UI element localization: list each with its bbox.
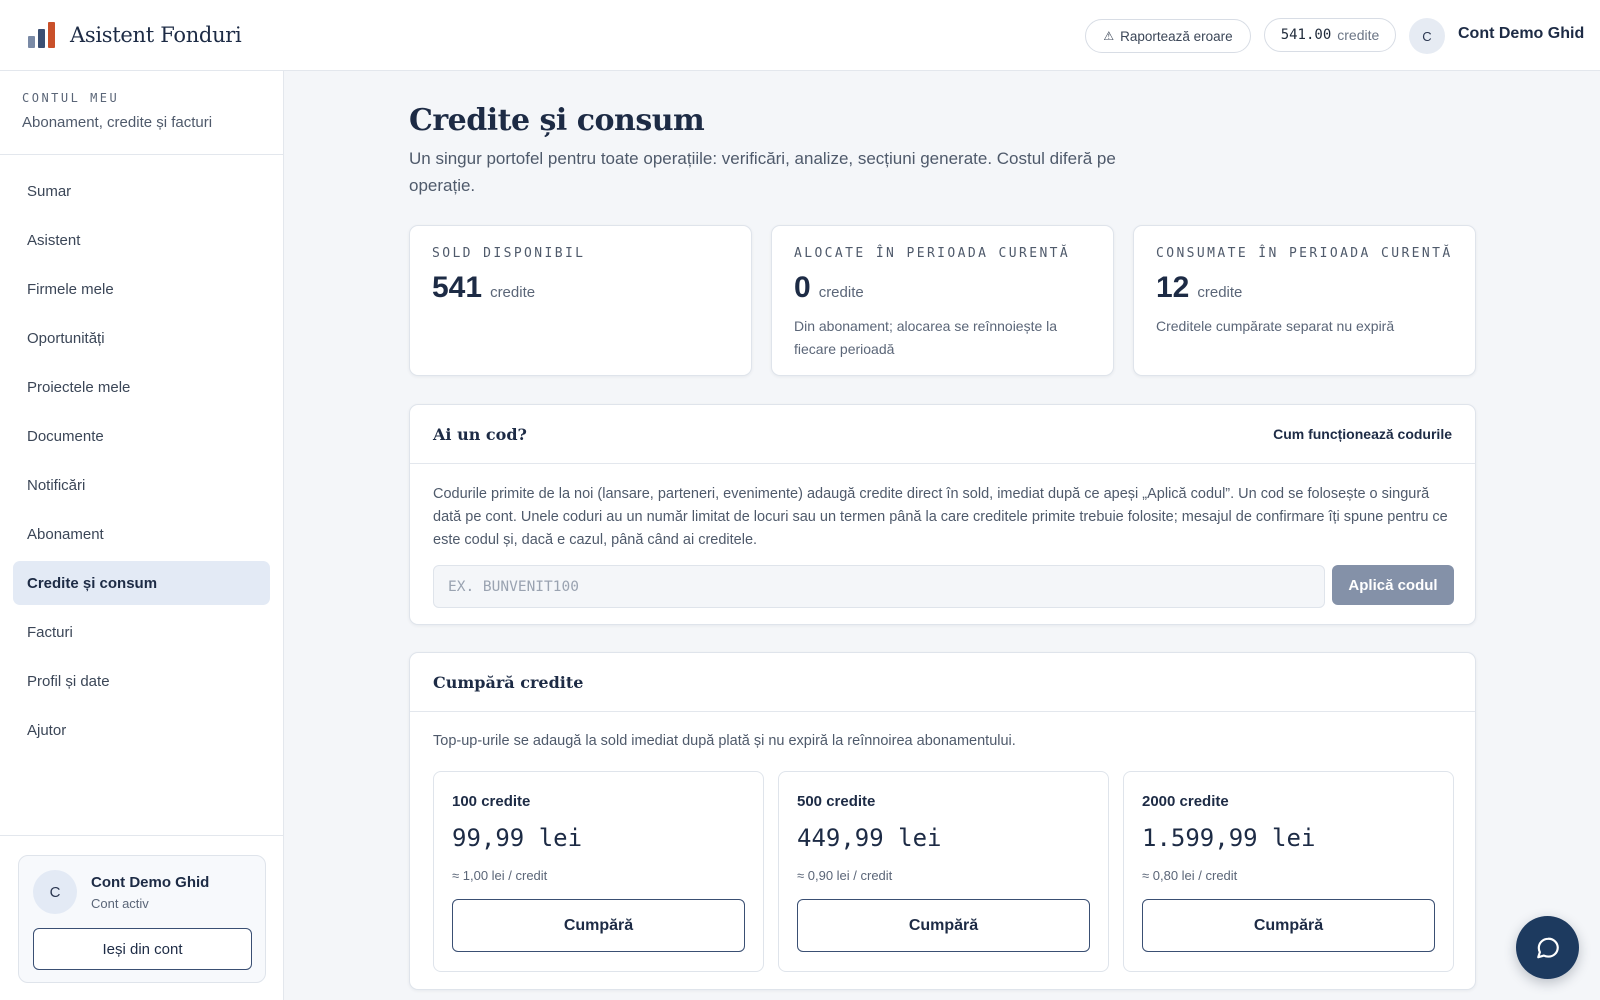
pack-rate: ≈ 0,80 lei / credit (1142, 868, 1238, 883)
top-bar: Asistent Fonduri ⚠ Raportează eroare 541… (0, 0, 1600, 71)
sidebar-nav: Sumar Asistent Firmele mele Oportunități… (13, 169, 270, 757)
sidebar-footer: C Cont Demo Ghid Cont activ Ieși din con… (0, 835, 283, 1000)
buy-button-100[interactable]: Cumpără (452, 899, 745, 952)
user-status: Cont activ (91, 896, 149, 911)
sidebar-item-documente[interactable]: Documente (13, 414, 270, 458)
sidebar-item-notificari[interactable]: Notificări (13, 463, 270, 507)
credit-pack-100: 100 credite 99,99 lei ≈ 1,00 lei / credi… (433, 771, 764, 972)
bar-chart-logo-icon (28, 22, 56, 48)
sidebar-header: CONTUL MEU Abonament, credite și facturi (0, 71, 283, 155)
user-name: Cont Demo Ghid (91, 874, 210, 891)
promo-code-input[interactable] (433, 565, 1325, 608)
sidebar-item-abonament[interactable]: Abonament (13, 512, 270, 556)
promo-code-header: Ai un cod? Cum funcționează codurile (410, 405, 1475, 464)
stat-unit: credite (818, 284, 864, 301)
credit-pack-500: 500 credite 449,99 lei ≈ 0,90 lei / cred… (778, 771, 1109, 972)
stat-label: SOLD DISPONIBIL (432, 246, 586, 261)
stat-label: ALOCATE ÎN PERIOADA CURENTĂ (794, 246, 1071, 261)
buy-button-2000[interactable]: Cumpără (1142, 899, 1435, 952)
apply-code-button[interactable]: Aplică codul (1332, 565, 1454, 605)
logout-button[interactable]: Ieși din cont (33, 928, 252, 970)
account-name[interactable]: Cont Demo Ghid (1458, 25, 1584, 43)
pack-price: 99,99 lei (452, 824, 583, 852)
report-error-button[interactable]: ⚠ Raportează eroare (1085, 19, 1251, 53)
pack-price: 1.599,99 lei (1142, 824, 1316, 852)
sidebar-item-asistent[interactable]: Asistent (13, 218, 270, 262)
stat-note: Din abonament; alocarea se reînnoiește l… (794, 318, 1058, 357)
avatar[interactable]: C (1409, 18, 1445, 54)
report-error-label: Raportează eroare (1120, 28, 1233, 44)
pack-price: 449,99 lei (797, 824, 942, 852)
sidebar-item-ajutor[interactable]: Ajutor (13, 708, 270, 752)
how-codes-work-link[interactable]: Cum funcționează codurile (1273, 426, 1452, 442)
sidebar-item-firmele-mele[interactable]: Firmele mele (13, 267, 270, 311)
sidebar-item-proiectele-mele[interactable]: Proiectele mele (13, 365, 270, 409)
sidebar: CONTUL MEU Abonament, credite și facturi… (0, 71, 284, 1000)
brand[interactable]: Asistent Fonduri (28, 22, 242, 48)
sidebar-item-sumar[interactable]: Sumar (13, 169, 270, 213)
credit-balance-pill[interactable]: 541.00 credite (1264, 18, 1396, 52)
stat-unit: credite (1197, 284, 1243, 301)
pack-rate: ≈ 0,90 lei / credit (797, 868, 893, 883)
stat-unit: credite (490, 284, 536, 301)
buy-button-500[interactable]: Cumpără (797, 899, 1090, 952)
buy-credits-title: Cumpără credite (433, 672, 584, 692)
pack-name: 2000 credite (1142, 793, 1229, 810)
stat-label: CONSUMATE ÎN PERIOADA CURENTĂ (1156, 246, 1453, 261)
sidebar-kicker: CONTUL MEU (22, 91, 120, 105)
pack-name: 500 credite (797, 793, 876, 810)
buy-credits-card: Cumpără credite Top-up-urile se adaugă l… (409, 652, 1476, 990)
pack-name: 100 credite (452, 793, 531, 810)
buy-credits-note: Top-up-urile se adaugă la sold imediat d… (433, 733, 1016, 749)
sidebar-item-facturi[interactable]: Facturi (13, 610, 270, 654)
brand-name: Asistent Fonduri (70, 23, 242, 47)
sidebar-subtitle: Abonament, credite și facturi (22, 114, 213, 131)
chat-button[interactable] (1516, 916, 1579, 979)
page-description: Un singur portofel pentru toate operații… (409, 149, 1116, 195)
pack-rate: ≈ 1,00 lei / credit (452, 868, 548, 883)
sidebar-item-profil-si-date[interactable]: Profil și date (13, 659, 270, 703)
promo-code-title: Ai un cod? (433, 424, 527, 444)
stat-card-sold-disponibil: SOLD DISPONIBIL 541 credite (409, 225, 752, 376)
credit-pack-2000: 2000 credite 1.599,99 lei ≈ 0,80 lei / c… (1123, 771, 1454, 972)
sidebar-item-oportunitati[interactable]: Oportunități (13, 316, 270, 360)
promo-code-description: Codurile primite de la noi (lansare, par… (433, 486, 1448, 548)
credit-balance-unit: credite (1337, 27, 1380, 43)
user-card: C Cont Demo Ghid Cont activ Ieși din con… (18, 855, 266, 983)
sidebar-item-credite-si-consum[interactable]: Credite și consum (13, 561, 270, 605)
page-title: Credite și consum (409, 103, 705, 138)
chat-bubble-icon (1536, 937, 1559, 958)
stat-value: 541 (432, 271, 483, 304)
stat-card-consumate: CONSUMATE ÎN PERIOADA CURENTĂ 12 credite… (1133, 225, 1476, 376)
user-avatar: C (33, 870, 77, 914)
stat-card-alocate: ALOCATE ÎN PERIOADA CURENTĂ 0 credite Di… (771, 225, 1114, 376)
buy-credits-header: Cumpără credite (410, 653, 1475, 712)
stat-value: 12 (1156, 271, 1190, 304)
stat-value: 0 (794, 271, 811, 304)
credit-balance-amount: 541.00 (1280, 27, 1332, 43)
warning-icon: ⚠ (1103, 29, 1115, 43)
promo-code-card: Ai un cod? Cum funcționează codurile Cod… (409, 404, 1476, 625)
stat-note: Creditele cumpărate separat nu expiră (1156, 318, 1395, 334)
